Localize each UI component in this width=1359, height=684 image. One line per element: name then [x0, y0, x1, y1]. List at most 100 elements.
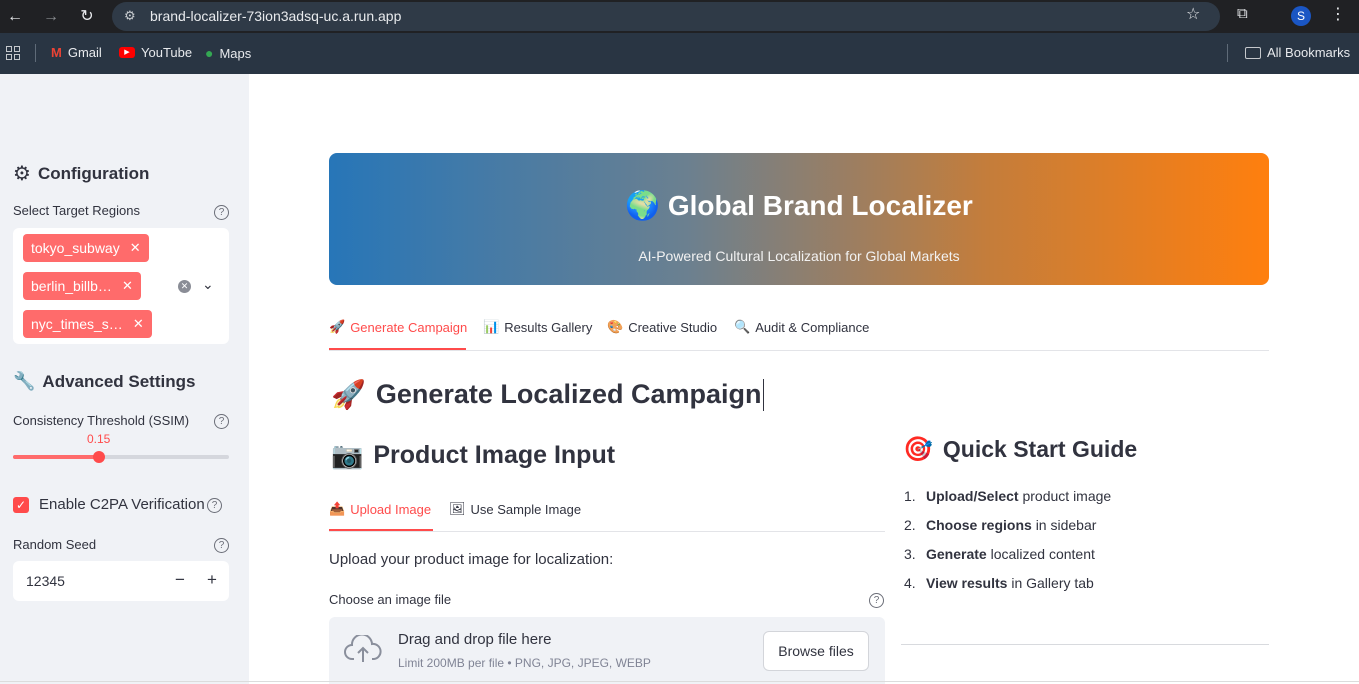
- bookmark-star-icon[interactable]: ☆: [1186, 4, 1200, 24]
- youtube-icon: ▶: [119, 47, 135, 58]
- file-uploader-label: Choose an image file: [329, 592, 452, 607]
- reload-icon[interactable]: ↻: [76, 6, 98, 28]
- remove-chip-icon[interactable]: ✕: [130, 240, 141, 256]
- advanced-settings-heading: 🔧 Advanced Settings: [13, 371, 195, 392]
- browse-files-button[interactable]: Browse files: [763, 631, 869, 671]
- gear-icon: ⚙: [13, 163, 31, 185]
- chip-label: berlin_billb…: [31, 278, 112, 294]
- page-title-text: Generate Localized Campaign: [375, 379, 762, 409]
- decrement-button[interactable]: −: [171, 570, 189, 590]
- folder-icon: [1245, 46, 1261, 59]
- file-dropzone[interactable]: Drag and drop file here Limit 200MB per …: [329, 617, 885, 684]
- site-info-icon[interactable]: ⚙: [124, 8, 136, 24]
- text-cursor: [763, 378, 765, 411]
- back-icon[interactable]: ←: [4, 6, 26, 28]
- tab-upload-image[interactable]: 📤 Upload Image: [329, 501, 431, 517]
- slider-fill: [13, 455, 100, 459]
- all-bookmarks-button[interactable]: All Bookmarks: [1245, 45, 1350, 60]
- profile-avatar[interactable]: S: [1291, 6, 1311, 26]
- quick-start-title: Quick Start Guide: [942, 436, 1138, 462]
- browser-menu-icon[interactable]: ⋮: [1330, 4, 1346, 24]
- forward-icon[interactable]: →: [40, 6, 62, 28]
- help-icon[interactable]: ?: [207, 498, 222, 513]
- step-text: in sidebar: [1035, 517, 1097, 533]
- help-icon[interactable]: ?: [214, 538, 229, 553]
- c2pa-checkbox[interactable]: ✓: [13, 497, 29, 513]
- help-icon[interactable]: ?: [214, 205, 229, 220]
- tab-label: Use Sample Image: [470, 501, 582, 517]
- region-chip-berlin[interactable]: berlin_billb… ✕: [23, 272, 141, 300]
- quick-start-list: 1. Upload/Select product image 2. Choose r…: [904, 488, 1111, 604]
- palette-icon: 🎨: [607, 319, 624, 334]
- ssim-slider[interactable]: [13, 451, 229, 463]
- regions-label: Select Target Regions: [13, 203, 140, 218]
- globe-icon: 🌍: [625, 190, 661, 221]
- extensions-icon[interactable]: ⧉: [1237, 5, 1248, 22]
- advanced-settings-title: Advanced Settings: [42, 371, 196, 391]
- region-chip-nyc[interactable]: nyc_times_s… ✕: [23, 310, 152, 338]
- step-bold: Choose regions: [926, 517, 1032, 533]
- step-number: 4.: [904, 575, 916, 591]
- target-icon: 🎯: [903, 436, 933, 463]
- chip-label: tokyo_subway: [31, 240, 120, 256]
- bar-chart-icon: 📊: [483, 319, 500, 334]
- bookmarks-divider: [1227, 44, 1228, 62]
- step-number: 1.: [904, 488, 916, 504]
- bookmark-label: Gmail: [67, 45, 102, 60]
- increment-button[interactable]: +: [203, 570, 221, 590]
- bookmark-label: YouTube: [141, 45, 193, 60]
- tab-generate-campaign[interactable]: 🚀 Generate Campaign: [329, 319, 467, 335]
- bookmark-maps[interactable]: ● Maps: [205, 45, 251, 61]
- hero-banner: 🌍 Global Brand Localizer AI-Powered Cult…: [329, 153, 1269, 285]
- tab-label: Upload Image: [350, 501, 432, 517]
- upload-tray-icon: 📤: [329, 501, 346, 516]
- tab-label: Generate Campaign: [350, 319, 468, 335]
- seed-value[interactable]: 12345: [26, 573, 65, 589]
- chevron-down-icon[interactable]: ⌄: [202, 276, 214, 293]
- clear-all-icon[interactable]: ✕: [178, 280, 191, 293]
- bookmark-gmail[interactable]: M Gmail: [51, 45, 102, 60]
- divider: [901, 644, 1269, 645]
- quick-start-heading: 🎯 Quick Start Guide: [903, 435, 1137, 464]
- product-image-title: Product Image Input: [373, 441, 616, 469]
- remove-chip-icon[interactable]: ✕: [133, 316, 144, 332]
- ssim-value: 0.15: [87, 432, 111, 446]
- configuration-heading: ⚙ Configuration: [13, 161, 149, 186]
- url-text: brand-localizer-73ion3adsq-uc.a.run.app: [150, 8, 402, 24]
- product-image-heading: 📷 Product Image Input: [331, 440, 615, 471]
- bookmark-label: Maps: [219, 45, 252, 61]
- hero-title: 🌍 Global Brand Localizer: [329, 189, 1269, 222]
- page-title: 🚀 Generate Localized Campaign: [331, 378, 765, 411]
- rocket-icon: 🚀: [331, 379, 366, 410]
- help-icon[interactable]: ?: [214, 414, 229, 429]
- divider: [0, 681, 1359, 682]
- active-subtab-indicator: [329, 529, 433, 531]
- region-chip-tokyo[interactable]: tokyo_subway ✕: [23, 234, 149, 262]
- step-number: 3.: [904, 546, 916, 562]
- bookmark-youtube[interactable]: ▶ YouTube: [119, 45, 192, 60]
- wrench-icon: 🔧: [13, 371, 36, 391]
- tab-audit-compliance[interactable]: 🔍 Audit & Compliance: [734, 319, 869, 335]
- apps-grid-icon[interactable]: [6, 46, 20, 60]
- step-bold: Generate: [926, 546, 987, 562]
- remove-chip-icon[interactable]: ✕: [122, 278, 133, 294]
- regions-multiselect[interactable]: tokyo_subway ✕ berlin_billb… ✕ nyc_times_s…: [13, 228, 229, 344]
- seed-label: Random Seed: [13, 537, 97, 552]
- bookmarks-divider: [35, 44, 36, 62]
- list-item: 2. Choose regions in sidebar: [904, 517, 1111, 546]
- rocket-icon: 🚀: [329, 319, 346, 334]
- help-icon[interactable]: ?: [869, 593, 884, 608]
- hero-title-text: Global Brand Localizer: [667, 190, 973, 221]
- chip-label: nyc_times_s…: [31, 316, 123, 332]
- tab-sample-image[interactable]: 🖼 Use Sample Image: [449, 501, 581, 517]
- step-text: localized content: [990, 546, 1095, 562]
- magnifier-icon: 🔍: [734, 319, 751, 334]
- tab-creative-studio[interactable]: 🎨 Creative Studio: [607, 319, 717, 335]
- upload-prompt: Upload your product image for localizati…: [329, 551, 614, 568]
- tab-results-gallery[interactable]: 📊 Results Gallery: [483, 319, 592, 335]
- seed-input[interactable]: 12345 − +: [13, 561, 229, 601]
- bookmarks-bar: [0, 33, 1359, 74]
- dropzone-title: Drag and drop file here: [398, 631, 552, 648]
- step-number: 2.: [904, 517, 916, 533]
- address-bar[interactable]: ⚙ brand-localizer-73ion3adsq-uc.a.run.ap…: [112, 2, 1220, 31]
